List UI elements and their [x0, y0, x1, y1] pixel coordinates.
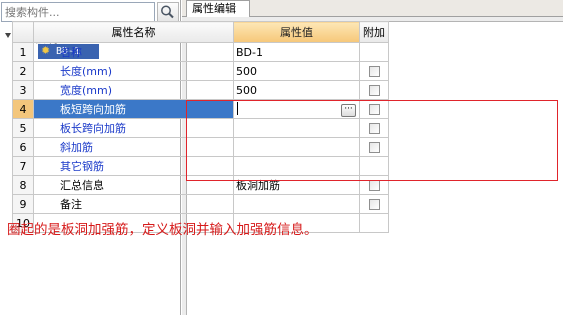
tab-strip: 属性编辑	[182, 0, 563, 17]
property-row[interactable]: 2 长度(mm) 500	[12, 61, 389, 81]
extra-checkbox[interactable]	[368, 66, 380, 77]
expand-arrow-icon[interactable]	[5, 33, 11, 38]
property-name-cell[interactable]: 长度(mm)	[33, 61, 234, 81]
extra-cell	[359, 42, 389, 62]
extra-cell[interactable]	[359, 80, 389, 100]
extra-cell[interactable]	[359, 61, 389, 81]
search-button[interactable]	[157, 2, 179, 22]
property-value-cell[interactable]: BD-1	[233, 42, 360, 62]
property-row[interactable]: 1 名称 BD-1	[12, 42, 389, 62]
property-value-cell[interactable]: 500	[233, 61, 360, 81]
property-name-cell[interactable]: 名称	[33, 42, 234, 62]
component-search-input[interactable]	[1, 2, 155, 22]
row-number: 8	[12, 175, 34, 195]
column-header-name[interactable]: 属性名称	[33, 21, 234, 43]
row-number: 9	[12, 194, 34, 214]
grid-corner-header	[12, 21, 34, 43]
extra-cell	[359, 213, 389, 233]
property-value-cell[interactable]: 500	[233, 80, 360, 100]
property-name-cell[interactable]: 宽度(mm)	[33, 80, 234, 100]
property-row[interactable]: 9 备注	[12, 194, 389, 214]
row-number: 5	[12, 118, 34, 138]
row-number: 7	[12, 156, 34, 176]
row-number: 6	[12, 137, 34, 157]
highlight-annotation-box	[186, 100, 558, 181]
column-header-value[interactable]: 属性值	[233, 21, 360, 43]
column-header-extra[interactable]: 附加	[359, 21, 389, 43]
property-name-cell[interactable]: 备注	[33, 194, 234, 214]
row-number: 1	[12, 42, 34, 62]
property-value-cell[interactable]	[233, 194, 360, 214]
tab-property-edit[interactable]: 属性编辑	[186, 0, 250, 17]
extra-checkbox[interactable]	[368, 199, 380, 210]
annotation-caption: 圈起的是板洞加强筋，定义板洞并输入加强筋信息。	[7, 222, 318, 238]
extra-cell[interactable]	[359, 194, 389, 214]
search-icon	[161, 5, 174, 19]
extra-checkbox[interactable]	[368, 180, 380, 191]
extra-checkbox[interactable]	[368, 85, 380, 96]
row-number: 2	[12, 61, 34, 81]
row-number: 3	[12, 80, 34, 100]
row-number: 4	[12, 99, 34, 119]
property-row[interactable]: 3 宽度(mm) 500	[12, 80, 389, 100]
